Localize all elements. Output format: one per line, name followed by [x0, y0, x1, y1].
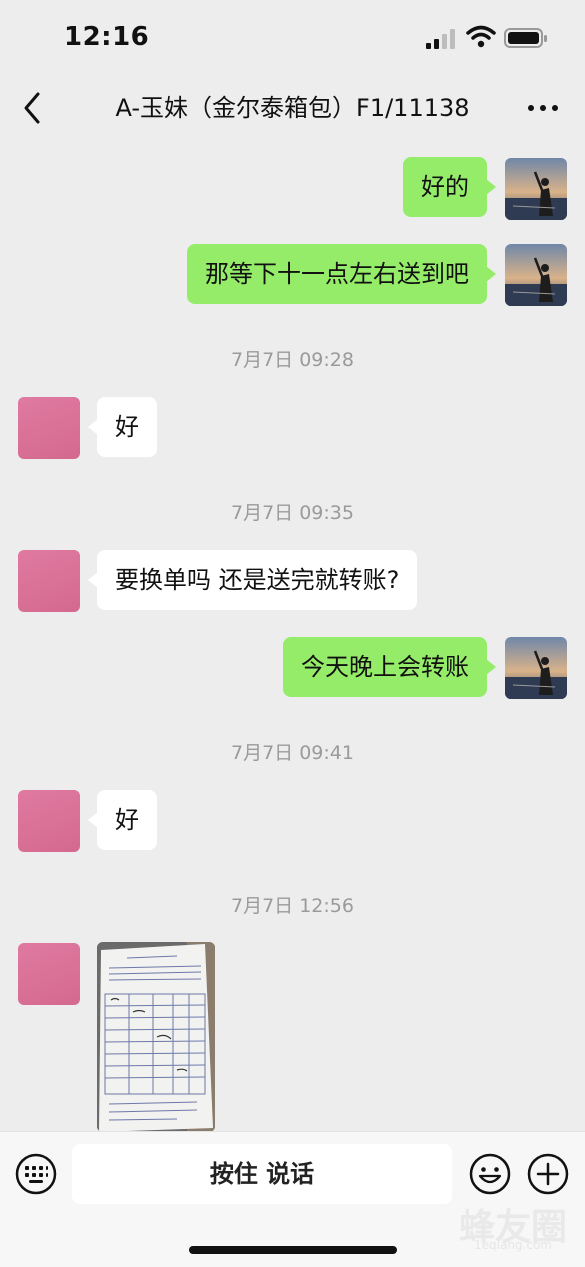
message-timestamp: 7月7日 12:56 — [231, 895, 354, 917]
my-avatar[interactable] — [505, 244, 567, 306]
my-avatar[interactable] — [505, 158, 567, 220]
message-bubble-sent[interactable]: 那等下十一点左右送到吧 — [187, 244, 496, 304]
chat-title: A-玉妹（金尔泰箱包）F1/11138 — [115, 94, 470, 122]
message-bubble-received[interactable]: 好 — [88, 790, 157, 850]
more-options-icon[interactable] — [526, 98, 560, 118]
home-indicator[interactable] — [189, 1246, 397, 1254]
contact-avatar[interactable] — [18, 790, 80, 852]
wifi-icon — [466, 25, 496, 48]
message-timestamp: 7月7日 09:28 — [231, 349, 354, 371]
chat-message-list[interactable]: 好的 那等下十一点左右送到吧 7月7日 09:28 好 7月7日 09:35 要… — [0, 136, 585, 1131]
contact-avatar[interactable] — [18, 550, 80, 612]
watermark-url: 1eqiang.com — [474, 1238, 552, 1252]
plus-icon[interactable] — [526, 1152, 570, 1196]
message-bubble-received[interactable]: 要换单吗 还是送完就转账? — [87, 550, 418, 610]
back-chevron-icon[interactable] — [18, 88, 48, 128]
receipt-photo-message[interactable] — [97, 942, 215, 1131]
input-bar: 按住 说话 蜂友圈 1eqiang.com — [0, 1131, 585, 1267]
message-timestamp: 7月7日 09:41 — [231, 742, 354, 764]
message-timestamp: 7月7日 09:35 — [231, 502, 354, 524]
keyboard-icon[interactable] — [14, 1152, 58, 1196]
message-bubble-sent[interactable]: 好的 — [403, 157, 496, 217]
battery-icon — [504, 28, 547, 48]
my-avatar[interactable] — [505, 637, 567, 699]
hold-to-talk-button[interactable]: 按住 说话 — [72, 1144, 452, 1204]
chat-header: A-玉妹（金尔泰箱包）F1/11138 — [0, 80, 585, 136]
status-bar: 12:16 — [0, 0, 585, 80]
contact-avatar[interactable] — [18, 397, 80, 459]
message-bubble-received[interactable]: 好 — [88, 397, 157, 457]
contact-avatar[interactable] — [18, 943, 80, 1005]
message-bubble-sent[interactable]: 今天晚上会转账 — [283, 637, 496, 697]
status-time: 12:16 — [64, 22, 150, 52]
cellular-signal-icon — [426, 29, 455, 49]
emoji-icon[interactable] — [468, 1152, 512, 1196]
